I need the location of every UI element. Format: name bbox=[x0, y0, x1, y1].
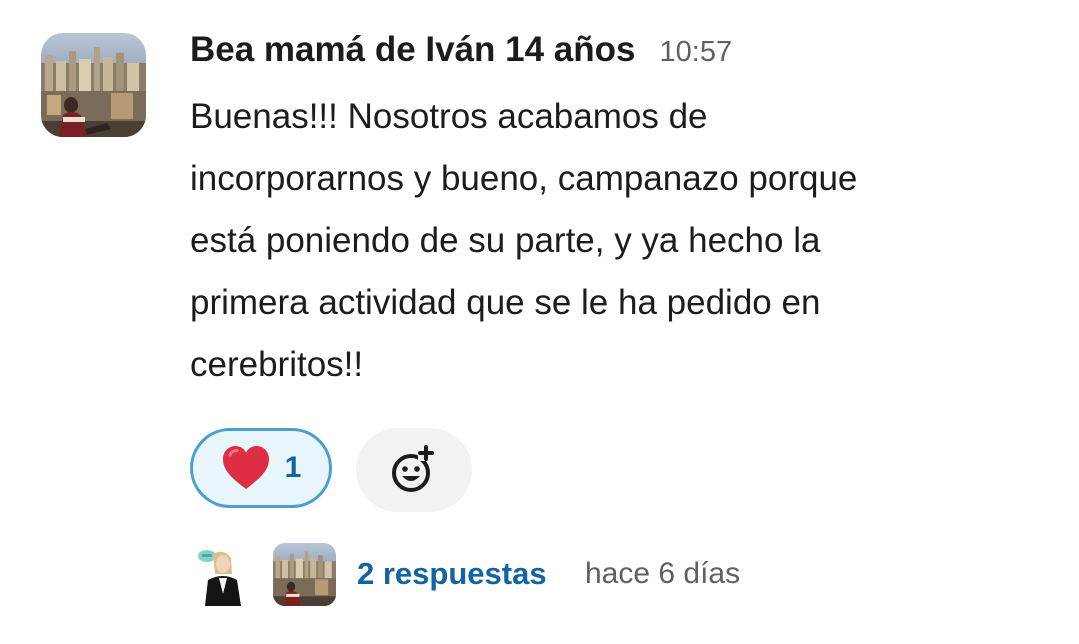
message-timestamp[interactable]: 10:57 bbox=[660, 36, 733, 69]
message-body: Buenas!!! Nosotros acabamos de incorpora… bbox=[190, 86, 1020, 396]
message-header: Bea mamá de Iván 14 años 10:57 bbox=[190, 30, 732, 80]
thread-last-reply-time: hace 6 días bbox=[585, 557, 741, 590]
message-text-line: cerebritos!! bbox=[190, 345, 364, 384]
thread-replies-link[interactable]: 2 respuestas bbox=[357, 556, 547, 592]
heart-reaction-button[interactable]: 1 bbox=[190, 428, 332, 508]
city-skyline-photo bbox=[41, 33, 146, 137]
message-text-line: está poniendo de su parte, y ya hecho la bbox=[190, 221, 821, 260]
author-avatar[interactable] bbox=[41, 33, 146, 137]
heart-icon bbox=[222, 446, 269, 489]
add-reaction-icon bbox=[392, 445, 434, 492]
add-reaction-button[interactable] bbox=[356, 428, 472, 512]
city-skyline-photo bbox=[273, 543, 336, 606]
thread-participant-avatar[interactable] bbox=[193, 544, 255, 606]
message-text-line: primera actividad que se le ha pedido en bbox=[190, 283, 821, 322]
thread-participant-avatar[interactable] bbox=[273, 543, 336, 606]
woman-portrait-photo bbox=[193, 544, 255, 606]
message-text-line: Buenas!!! Nosotros acabamos de bbox=[190, 97, 708, 136]
message: Bea mamá de Iván 14 años 10:57 Buenas!!!… bbox=[0, 0, 1079, 644]
reaction-count: 1 bbox=[284, 451, 302, 484]
author-name[interactable]: Bea mamá de Iván 14 años bbox=[190, 30, 636, 70]
message-text-line: incorporarnos y bueno, campanazo porque bbox=[190, 159, 858, 198]
